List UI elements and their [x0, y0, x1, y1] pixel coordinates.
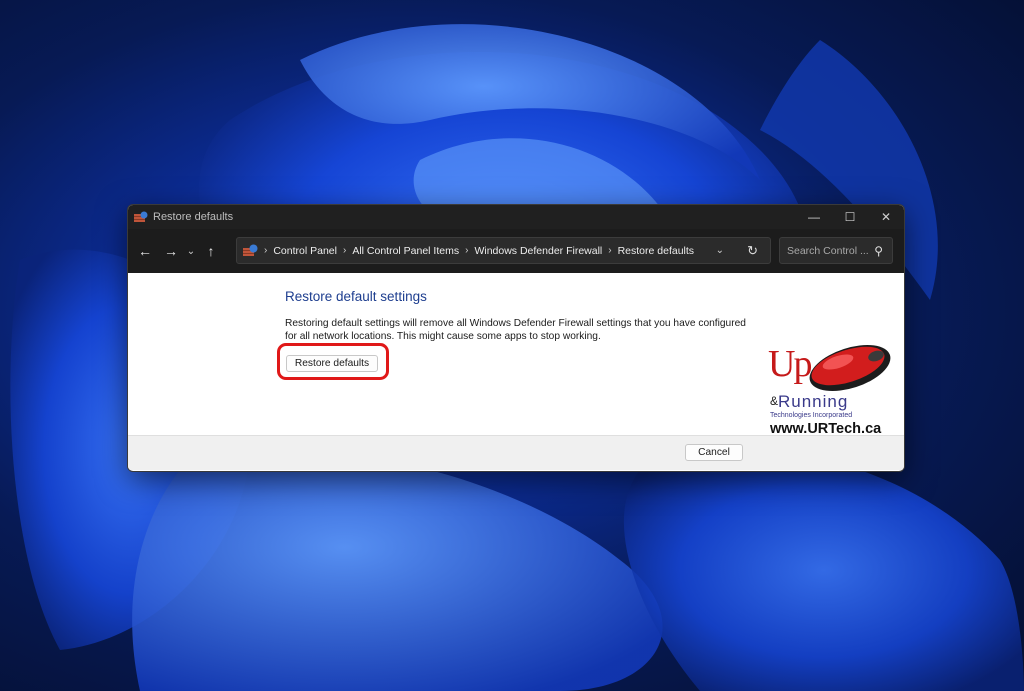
- address-dropdown-icon[interactable]: ⌄: [716, 245, 724, 256]
- forward-arrow-icon[interactable]: →: [160, 240, 182, 262]
- crumb-all-items[interactable]: All Control Panel Items: [352, 245, 459, 257]
- description-text: Restoring default settings will remove a…: [285, 318, 746, 342]
- firewall-icon: [134, 211, 148, 222]
- control-panel-icon: [243, 244, 258, 256]
- close-button[interactable]: ✕: [868, 205, 904, 229]
- watermark-amp: &: [770, 394, 779, 408]
- chevron-right-icon[interactable]: ›: [608, 245, 611, 256]
- up-arrow-icon[interactable]: ↑: [200, 240, 222, 262]
- chevron-right-icon[interactable]: ›: [465, 245, 468, 256]
- breadcrumb[interactable]: › Control Panel › All Control Panel Item…: [236, 237, 771, 264]
- crumb-control-panel[interactable]: Control Panel: [273, 245, 337, 257]
- urtech-watermark: Up & Running Technologies Incorporated w…: [766, 340, 896, 437]
- cancel-button[interactable]: Cancel: [685, 444, 743, 461]
- recent-locations-chevron-icon[interactable]: ⌄: [182, 240, 200, 262]
- footer-bar: Cancel: [128, 435, 904, 470]
- search-input[interactable]: Search Control ... ⚲: [779, 237, 893, 264]
- minimize-button[interactable]: —: [796, 205, 832, 229]
- watermark-subtitle: Technologies Incorporated: [770, 412, 853, 419]
- title-bar[interactable]: Restore defaults — ☐ ✕: [128, 205, 904, 229]
- maximize-button[interactable]: ☐: [832, 205, 868, 229]
- page-title: Restore default settings: [285, 289, 427, 304]
- refresh-icon[interactable]: ↻: [747, 243, 758, 259]
- address-toolbar: ← → ⌄ ↑ › Control Panel › All Control Pa…: [128, 229, 904, 273]
- restore-defaults-window: Restore defaults — ☐ ✕ ← → ⌄ ↑ › Control…: [127, 204, 905, 472]
- crumb-restore-defaults[interactable]: Restore defaults: [618, 245, 694, 257]
- watermark-running: Running: [778, 392, 849, 411]
- computer-mouse-icon: [809, 344, 891, 392]
- search-icon[interactable]: ⚲: [874, 244, 883, 258]
- back-arrow-icon[interactable]: ←: [134, 240, 156, 262]
- chevron-right-icon[interactable]: ›: [343, 245, 346, 256]
- content-pane: Restore default settings Restoring defau…: [128, 273, 904, 437]
- window-title: Restore defaults: [153, 211, 234, 223]
- search-placeholder: Search Control ...: [787, 244, 869, 257]
- crumb-firewall[interactable]: Windows Defender Firewall: [474, 245, 602, 257]
- chevron-right-icon[interactable]: ›: [264, 245, 267, 256]
- restore-defaults-button[interactable]: Restore defaults: [286, 355, 378, 372]
